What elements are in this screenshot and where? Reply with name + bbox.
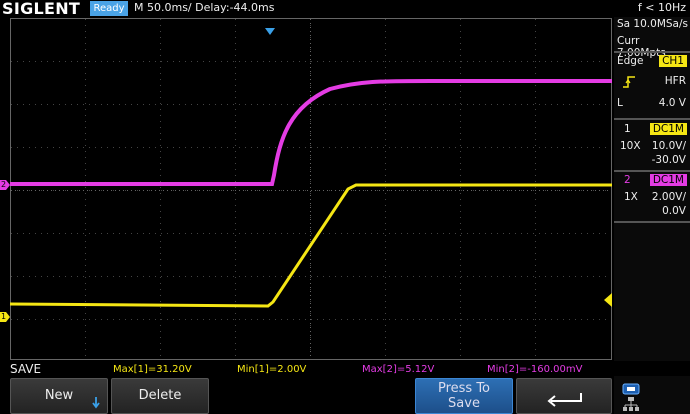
ch2-marker-label: 2 <box>1 180 7 189</box>
memory-depth-row: Curr 7.00Mpts <box>614 34 690 59</box>
trigger-type: Edge <box>617 55 644 67</box>
panel-divider <box>614 118 690 120</box>
ch2-info-block[interactable]: 2 DC1M 1X 2.00V/ 0.0V <box>614 172 690 220</box>
ch1-marker-label: 1 <box>1 312 7 321</box>
panel-divider <box>614 221 690 223</box>
ch1-info-block[interactable]: 1 DC1M 10X 10.0V/ -30.0V <box>614 121 690 169</box>
sample-rate-row: Sa 10.0MSa/s <box>614 17 690 33</box>
return-arrow-icon <box>545 388 585 414</box>
ch1-probe: 10X <box>620 140 641 152</box>
return-button[interactable] <box>516 378 612 414</box>
new-button[interactable]: New <box>10 378 108 414</box>
measurement-bar: SAVE Max[1]=31.20V Min[1]=2.00V Max[2]=5… <box>0 361 612 376</box>
sample-rate: Sa 10.0MSa/s <box>617 18 688 30</box>
trigger-level-label: L <box>617 97 623 109</box>
measurement-min-ch2: Min[2]=-160.00mV <box>487 364 583 375</box>
waveform-grid <box>0 18 612 360</box>
ch1-coupling-badge: DC1M <box>649 123 687 135</box>
ch1-offset: -30.0V <box>651 154 686 166</box>
trigger-source-badge: CH1 <box>659 55 687 67</box>
trigger-position-marker[interactable] <box>265 28 275 35</box>
ch1-number: 1 <box>624 123 631 135</box>
frequency-readout: f < 10Hz <box>637 1 686 14</box>
delete-button-label: Delete <box>138 388 182 403</box>
top-status-bar: SIGLENT Ready M 50.0ms/ Delay:-44.0ms f … <box>0 0 690 18</box>
press-to-save-line2: Save <box>448 396 480 411</box>
waveform-display[interactable]: 2 1 <box>0 17 612 361</box>
trigger-level: 4.0 V <box>658 97 686 109</box>
status-icons-corner <box>614 376 690 414</box>
menu-title: SAVE <box>10 362 42 376</box>
acquisition-status-badge[interactable]: Ready <box>90 1 128 16</box>
grid-center-axes <box>11 19 611 359</box>
ch2-offset: 0.0V <box>662 205 686 217</box>
ch2-waveform <box>10 79 612 186</box>
network-icon <box>622 396 640 414</box>
trigger-level-marker[interactable] <box>604 293 612 307</box>
ch2-probe: 1X <box>624 191 638 203</box>
measurement-max-ch1: Max[1]=31.20V <box>113 364 192 375</box>
new-button-label: New <box>44 388 74 403</box>
press-to-save-button[interactable]: Press To Save <box>415 378 513 414</box>
ch1-scale: 10.0V/ <box>651 140 686 152</box>
measurement-max-ch2: Max[2]=5.12V <box>362 364 435 375</box>
ch2-coupling-badge: DC1M <box>649 174 687 186</box>
timebase-readout[interactable]: M 50.0ms/ Delay:-44.0ms <box>134 1 275 14</box>
rising-edge-icon <box>622 75 636 92</box>
ch2-scale: 2.00V/ <box>651 191 686 203</box>
ch2-number: 2 <box>624 174 631 186</box>
right-info-panel: Sa 10.0MSa/s Curr 7.00Mpts Edge CH1 HFR … <box>614 17 690 361</box>
delete-button[interactable]: Delete <box>111 378 209 414</box>
softkey-bar: New Delete Press To Save <box>0 376 612 414</box>
measurement-min-ch1: Min[1]=2.00V <box>237 364 307 375</box>
brand-logo: SIGLENT <box>2 0 81 18</box>
trigger-coupling: HFR <box>664 75 686 87</box>
arrow-down-icon <box>91 389 101 414</box>
press-to-save-line1: Press To <box>437 381 491 396</box>
